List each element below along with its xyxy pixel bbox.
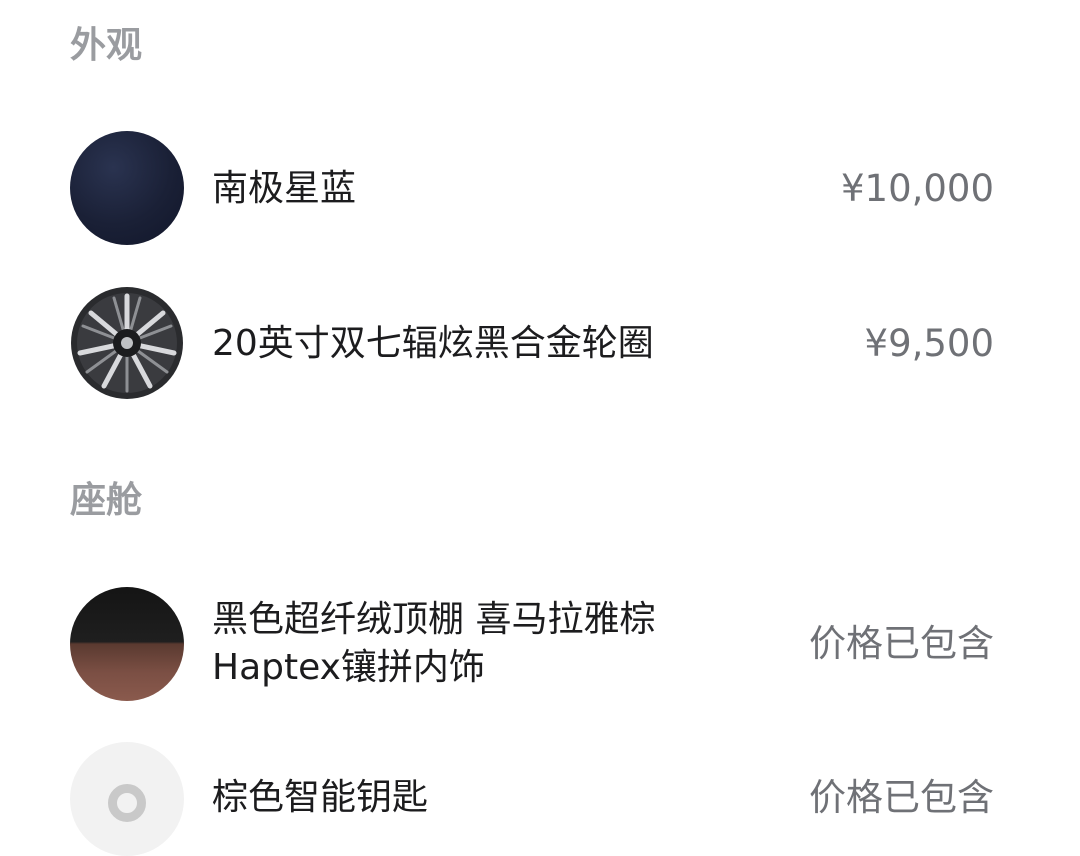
item-price: 价格已包含 — [809, 622, 994, 665]
item-name: 20英寸双七辐炫黑合金轮圈 — [212, 323, 654, 364]
list-item-interior[interactable]: 黑色超纤绒顶棚 喜马拉雅棕 Haptex镶拼内饰 价格已包含 — [0, 587, 1080, 701]
list-item-color[interactable]: 南极星蓝 ¥10,000 — [0, 131, 1080, 245]
item-name: 南极星蓝 — [212, 168, 357, 209]
item-price: 价格已包含 — [809, 776, 994, 819]
interior-swatch-thumbnail — [70, 587, 184, 701]
section-title-exterior: 外观 — [70, 25, 143, 66]
item-name-line2: Haptex镶拼内饰 — [212, 647, 485, 688]
item-price: ¥10,000 — [840, 167, 994, 210]
list-item-key[interactable]: 棕色智能钥匙 价格已包含 — [0, 742, 1080, 856]
smart-key-thumbnail — [70, 742, 184, 856]
list-item-wheel[interactable]: 20英寸双七辐炫黑合金轮圈 ¥9,500 — [0, 286, 1080, 400]
item-price: ¥9,500 — [864, 322, 994, 365]
item-name: 棕色智能钥匙 — [212, 777, 429, 818]
section-title-cabin: 座舱 — [70, 480, 143, 521]
item-name-line1: 黑色超纤绒顶棚 喜马拉雅棕 — [212, 599, 656, 640]
wheel-rim-icon — [70, 286, 184, 400]
smart-key-icon — [108, 784, 146, 822]
color-swatch-thumbnail — [70, 131, 184, 245]
